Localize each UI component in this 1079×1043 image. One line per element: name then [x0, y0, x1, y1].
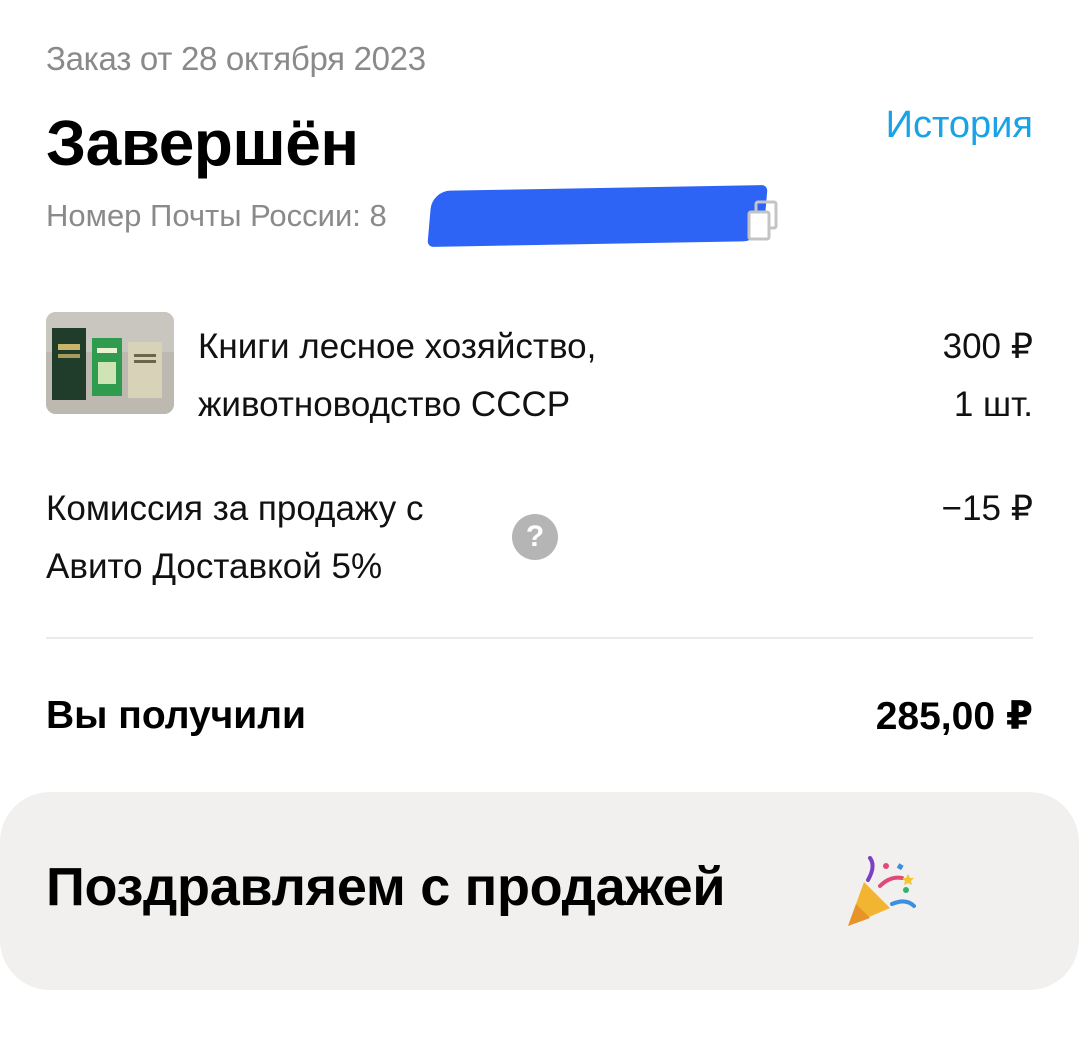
item-price: 300 ₽	[942, 327, 1033, 366]
congrats-text: Поздравляем с продажей	[46, 857, 726, 917]
redaction-mark	[427, 185, 768, 247]
item-quantity: 1 шт.	[953, 385, 1033, 424]
divider	[46, 637, 1033, 639]
order-date: Заказ от 28 октября 2023	[46, 40, 426, 77]
history-link[interactable]: История	[886, 104, 1033, 147]
copy-icon[interactable]	[746, 200, 780, 242]
total-label: Вы получили	[46, 694, 307, 737]
fee-value: −15 ₽	[941, 489, 1033, 528]
tracking-number-label: Номер Почты России: 8	[46, 198, 387, 233]
question-circle-icon[interactable]: ?	[512, 514, 558, 560]
party-popper-icon	[848, 856, 916, 926]
books-photo	[46, 312, 174, 414]
order-details-screen: Заказ от 28 октября 2023 Завершён Истори…	[0, 0, 1079, 1043]
item-title[interactable]: Книги лесное хозяйство, животноводство С…	[198, 318, 758, 434]
total-value: 285,00 ₽	[875, 695, 1033, 738]
fee-label: Комиссия за продажу с Авито Доставкой 5%	[46, 489, 424, 586]
item-thumbnail[interactable]	[46, 312, 174, 414]
order-status-title: Завершён	[46, 107, 359, 179]
